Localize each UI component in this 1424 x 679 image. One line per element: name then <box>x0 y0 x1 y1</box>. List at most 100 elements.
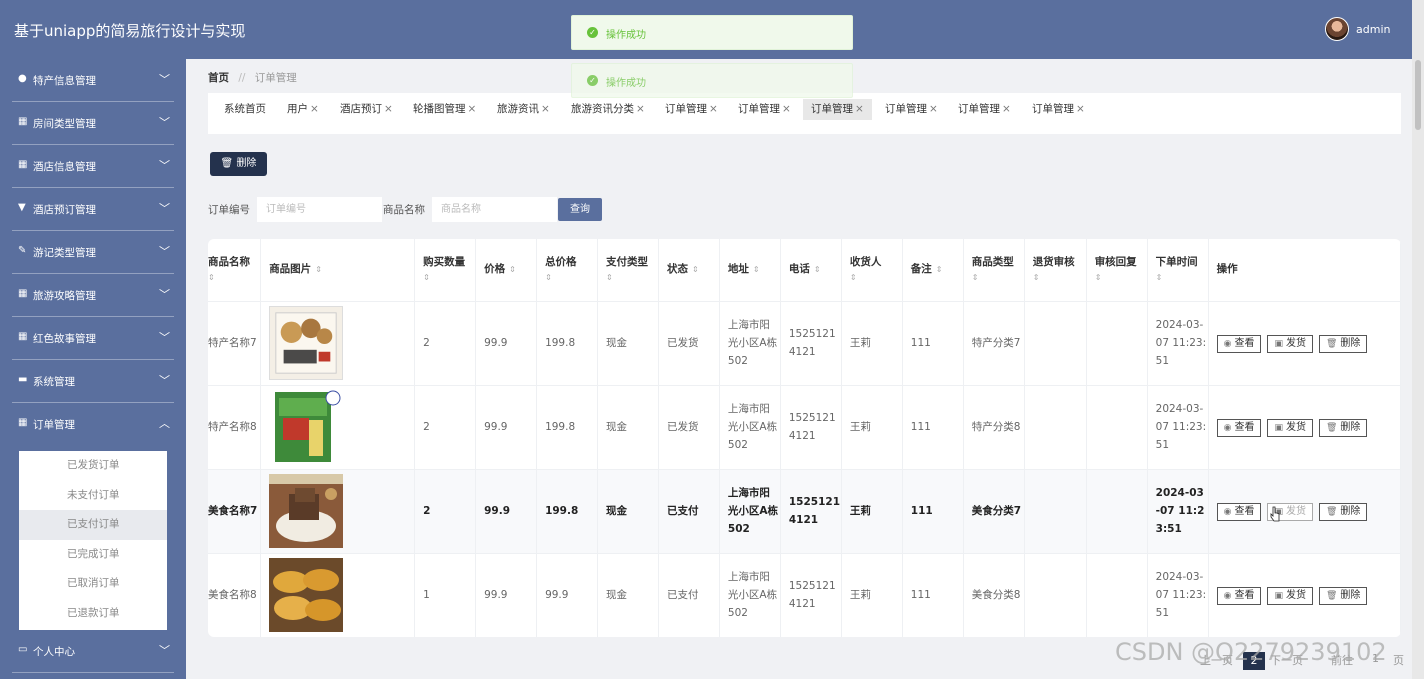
tab-travel-news[interactable]: 旅游资讯 × <box>489 99 558 120</box>
tab-travel-news-category[interactable]: 旅游资讯分类 × <box>563 99 653 120</box>
sidebar-item-travelogue-type[interactable]: ✎ 游记类型管理 ﹀ <box>12 231 174 274</box>
delete-button[interactable]: 🗑 删除 <box>1318 586 1368 605</box>
close-icon[interactable]: × <box>636 103 645 115</box>
cell-phone: 15251214121 <box>780 553 842 637</box>
cell-note: 111 <box>902 469 964 554</box>
close-icon[interactable]: × <box>468 103 477 115</box>
sidebar-item-system[interactable]: ▬ 系统管理 ﹀ <box>12 360 174 403</box>
submenu-item-paid[interactable]: 已支付订单 <box>19 510 167 540</box>
column-header[interactable]: 收货人 ⇕ <box>841 239 903 302</box>
tab-orders[interactable]: 订单管理 × <box>950 99 1019 120</box>
sidebar-item-personal-center[interactable]: ▭ 个人中心 ﹀ <box>12 630 174 673</box>
sidebar-item-hotel-booking[interactable]: ▼ 酒店预订管理 ﹀ <box>12 188 174 231</box>
sidebar-item-orders[interactable]: ▦ 订单管理 ︿ <box>12 403 174 446</box>
cell-image <box>260 385 416 470</box>
close-icon[interactable]: × <box>384 103 393 115</box>
column-header[interactable]: 地址 ⇕ <box>719 239 781 302</box>
submenu-item-shipped[interactable]: 已发货订单 <box>19 451 167 481</box>
tab-label: 订单管理 <box>958 103 1000 115</box>
view-button[interactable]: ◉ 查看 <box>1216 502 1262 521</box>
cell-price: 99.9 <box>475 469 538 554</box>
app-title: 基于uniapp的简易旅行设计与实现 <box>14 22 246 40</box>
chevron-down-icon: ﹀ <box>159 331 170 344</box>
tab-label: 订单管理 <box>738 103 780 115</box>
column-header[interactable]: 电话 ⇕ <box>780 239 842 302</box>
close-icon[interactable]: × <box>709 103 718 115</box>
table-row: 特产名称8 2 99.9 199.8 现金 已发货 上海市阳光小区A栋502 1… <box>208 385 1401 470</box>
sidebar-item-label: 旅游攻略管理 <box>33 290 96 302</box>
column-header[interactable]: 下单时间 ⇕ <box>1147 239 1209 302</box>
sidebar-item-specialty[interactable]: ● 特产信息管理 ﹀ <box>12 59 174 102</box>
tab-hotel-booking[interactable]: 酒店预订 × <box>332 99 401 120</box>
close-icon[interactable]: × <box>782 103 791 115</box>
column-header[interactable]: 备注 ⇕ <box>902 239 964 302</box>
batch-delete-button[interactable]: 🗑 删除 <box>210 152 267 176</box>
search-button[interactable]: 查询 <box>558 198 602 221</box>
close-icon[interactable]: × <box>310 103 319 115</box>
tab-label: 轮播图管理 <box>413 103 466 115</box>
column-header[interactable]: 总价格 ⇕ <box>536 239 599 302</box>
view-button[interactable]: ◉ 查看 <box>1216 334 1262 353</box>
sidebar-item-travel-guide[interactable]: ▦ 旅游攻略管理 ﹀ <box>12 274 174 317</box>
eye-icon: ◉ <box>1223 338 1232 349</box>
product-name-input[interactable] <box>432 197 557 222</box>
submenu-item-unpaid[interactable]: 未支付订单 <box>19 481 167 511</box>
close-icon[interactable]: × <box>929 103 938 115</box>
tab-orders[interactable]: 订单管理 × <box>730 99 799 120</box>
sidebar-item-room-type[interactable]: ▦ 房间类型管理 ﹀ <box>12 102 174 145</box>
submenu-item-cancelled[interactable]: 已取消订单 <box>19 569 167 599</box>
tab-orders[interactable]: 订单管理 × <box>877 99 946 120</box>
column-header[interactable]: 审核回复 ⇕ <box>1086 239 1148 302</box>
cell-name: 特产名称8 <box>208 385 262 470</box>
close-icon[interactable]: × <box>541 103 550 115</box>
submenu-item-completed[interactable]: 已完成订单 <box>19 540 167 570</box>
column-header[interactable]: 退货审核 ⇕ <box>1024 239 1087 302</box>
tab-orders[interactable]: 订单管理 × <box>1024 99 1093 120</box>
column-header[interactable]: 购买数量 ⇕ <box>414 239 477 302</box>
column-header[interactable]: 支付类型 ⇕ <box>597 239 659 302</box>
tab-orders-active[interactable]: 订单管理 × <box>803 99 872 120</box>
location-pin-icon: ● <box>18 73 27 84</box>
cell-review-reply <box>1086 553 1148 637</box>
sidebar-item-red-story[interactable]: ▦ 红色故事管理 ﹀ <box>12 317 174 360</box>
view-button[interactable]: ◉ 查看 <box>1216 418 1262 437</box>
delete-button[interactable]: 🗑 删除 <box>1318 502 1368 521</box>
ship-button[interactable]: ▣ 发货 <box>1267 334 1313 353</box>
page-scrollbar[interactable] <box>1412 0 1424 679</box>
sidebar-item-hotel-info[interactable]: ▦ 酒店信息管理 ﹀ <box>12 145 174 188</box>
scrollbar-thumb[interactable] <box>1415 60 1421 130</box>
column-header[interactable]: 商品图片 ⇕ <box>260 239 416 302</box>
ship-button[interactable]: ▣ 发货 <box>1267 586 1313 605</box>
cell-image <box>260 553 416 637</box>
column-header[interactable]: 价格 ⇕ <box>475 239 538 302</box>
user-name[interactable]: admin <box>1356 23 1390 36</box>
chevron-down-icon: ﹀ <box>159 159 170 172</box>
table-header-row: 商品名称 ⇕ 商品图片 ⇕ 购买数量 ⇕ 价格 ⇕ 总价格 ⇕ 支付类型 ⇕ 状态 ⇕ 地址 ⇕… <box>208 239 1401 302</box>
view-button[interactable]: ◉ 查看 <box>1216 586 1262 605</box>
close-icon[interactable]: × <box>1002 103 1011 115</box>
delete-button[interactable]: 🗑 删除 <box>1318 334 1368 353</box>
close-icon[interactable]: × <box>1076 103 1085 115</box>
user-avatar[interactable] <box>1325 17 1349 41</box>
cell-name: 特产名称7 <box>208 301 262 386</box>
breadcrumb: 首页 // 订单管理 <box>208 70 297 85</box>
column-header[interactable]: 状态 ⇕ <box>658 239 720 302</box>
chevron-down-icon: ﹀ <box>159 288 170 301</box>
chevron-down-icon: ﹀ <box>159 245 170 258</box>
tab-user[interactable]: 用户 × <box>279 99 327 120</box>
breadcrumb-home[interactable]: 首页 <box>208 72 229 84</box>
sort-icon: ⇕ <box>315 265 322 275</box>
sidebar-item-label: 个人中心 <box>33 646 75 658</box>
delete-button[interactable]: 🗑 删除 <box>1318 418 1368 437</box>
close-icon[interactable]: × <box>855 103 864 115</box>
cell-price: 99.9 <box>475 301 538 386</box>
tab-home[interactable]: 系统首页 <box>216 99 274 120</box>
column-header[interactable]: 商品类型 ⇕ <box>963 239 1025 302</box>
tab-orders[interactable]: 订单管理 × <box>657 99 726 120</box>
breadcrumb-current: 订单管理 <box>254 72 297 84</box>
tab-carousel[interactable]: 轮播图管理 × <box>405 99 484 120</box>
ship-button[interactable]: ▣ 发货 <box>1267 418 1313 437</box>
submenu-item-refunded[interactable]: 已退款订单 <box>19 599 167 629</box>
column-header[interactable]: 商品名称 ⇕ <box>208 239 262 302</box>
order-no-input[interactable] <box>257 197 382 222</box>
